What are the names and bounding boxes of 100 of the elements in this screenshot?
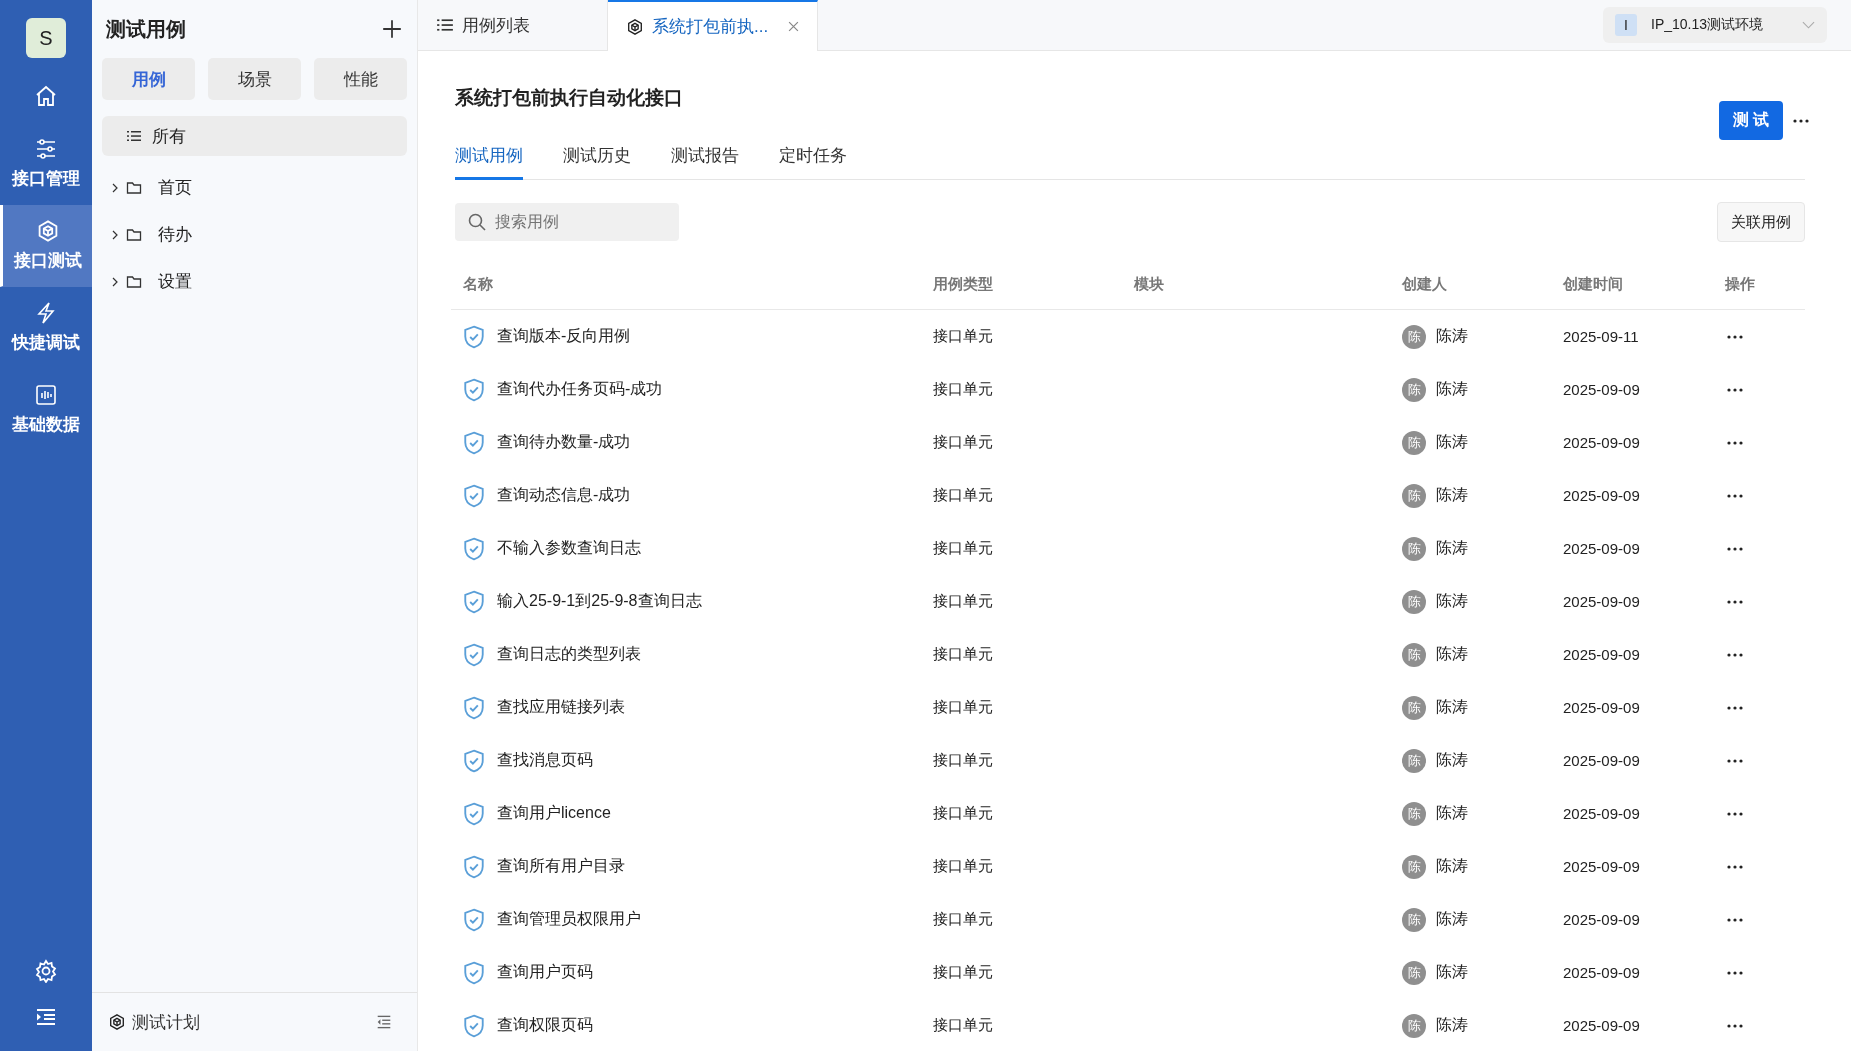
user-avatar: 陈 — [1402, 536, 1426, 561]
more-icon[interactable] — [1727, 970, 1743, 975]
test-button[interactable]: 测 试 — [1719, 101, 1783, 140]
case-name[interactable]: 查询日志的类型列表 — [497, 644, 641, 665]
folder-icon — [126, 273, 142, 290]
user-avatar[interactable]: S — [26, 18, 66, 58]
table-cell-text: 2025-09-09 — [1562, 964, 1641, 981]
shield-check-icon — [463, 483, 485, 508]
case-name[interactable]: 查询用户licence — [497, 803, 611, 824]
creator-name: 陈涛 — [1436, 962, 1468, 982]
table-cell-text: 接口单元 — [932, 698, 994, 717]
creator-name: 陈涛 — [1436, 379, 1468, 399]
table-cell-text: 2025-09-09 — [1562, 646, 1641, 663]
search-box[interactable]: 搜索用例 — [455, 203, 679, 241]
nav-item[interactable]: 接口管理 — [0, 123, 92, 205]
more-icon[interactable] — [1727, 546, 1743, 551]
case-name[interactable]: 查找消息页码 — [497, 750, 593, 771]
creator-name: 陈涛 — [1436, 326, 1468, 346]
creator-name: 陈涛 — [1436, 856, 1468, 876]
case-name[interactable]: 查找应用链接列表 — [497, 697, 625, 718]
tree-item[interactable]: 设置 — [102, 258, 407, 305]
tree-item[interactable]: 首页 — [102, 164, 407, 211]
case-name[interactable]: 输入25-9-1到25-9-8查询日志 — [497, 591, 702, 612]
table-cell-text: 2025-09-09 — [1562, 593, 1641, 610]
add-icon[interactable] — [381, 18, 403, 40]
case-name[interactable]: 查询代办任务页码-成功 — [497, 379, 663, 400]
table-cell-text: 接口单元 — [932, 327, 994, 346]
tree-item[interactable]: 待办 — [102, 211, 407, 258]
user-avatar: 陈 — [1402, 748, 1426, 773]
environment-select[interactable]: I IP_10.13测试环境 — [1603, 7, 1827, 43]
case-name[interactable]: 查询权限页码 — [497, 1015, 593, 1036]
section-tab[interactable]: 测试用例 — [455, 129, 523, 180]
case-name[interactable]: 查询所有用户目录 — [497, 856, 625, 877]
case-name[interactable]: 查询用户页码 — [497, 962, 593, 983]
table-cell-text: 2025-09-09 — [1562, 805, 1641, 822]
creator-name: 陈涛 — [1436, 909, 1468, 929]
user-avatar: 陈 — [1402, 854, 1426, 879]
shield-check-icon — [463, 854, 485, 879]
link-cases-button[interactable]: 关联用例 — [1717, 202, 1805, 242]
user-avatar: 陈 — [1402, 801, 1426, 826]
user-avatar: 陈 — [1402, 695, 1426, 720]
search-field[interactable]: 搜索用例 — [493, 206, 667, 238]
nav-item[interactable]: 快捷调试 — [0, 287, 92, 369]
user-avatar: 陈 — [1402, 907, 1426, 932]
table-cell-text: 2025-09-09 — [1562, 911, 1641, 928]
more-icon[interactable] — [1727, 705, 1743, 710]
tree-item[interactable]: 所有 — [102, 116, 407, 156]
table-cell-text: 接口单元 — [932, 751, 994, 770]
table-cell-text: 接口单元 — [932, 645, 994, 664]
segment-tab[interactable]: 用例 — [102, 58, 195, 100]
table-cell-text: 接口单元 — [932, 963, 994, 982]
section-tab[interactable]: 测试历史 — [563, 129, 631, 180]
creator-name: 陈涛 — [1436, 485, 1468, 505]
case-name[interactable]: 查询待办数量-成功 — [497, 432, 631, 453]
more-icon[interactable] — [1727, 334, 1743, 339]
more-icon[interactable] — [1727, 758, 1743, 763]
more-icon[interactable] — [1793, 118, 1809, 123]
section-tab[interactable]: 测试报告 — [671, 129, 739, 180]
table-cell-text: 2025-09-09 — [1562, 1017, 1641, 1034]
creator-name: 陈涛 — [1436, 750, 1468, 770]
close-icon[interactable] — [788, 21, 799, 32]
case-name[interactable]: 不输入参数查询日志 — [497, 538, 641, 559]
segment-tab[interactable]: 场景 — [208, 58, 301, 100]
nav-item[interactable]: 接口测试 — [0, 205, 92, 287]
column-header: 用例类型 — [932, 275, 994, 294]
case-name[interactable]: 查询版本-反向用例 — [497, 326, 631, 347]
more-icon[interactable] — [1727, 652, 1743, 657]
more-icon[interactable] — [1727, 493, 1743, 498]
creator-name: 陈涛 — [1436, 697, 1468, 717]
user-avatar: 陈 — [1402, 642, 1426, 667]
collapse-icon[interactable] — [375, 1013, 393, 1031]
section-tab[interactable]: 定时任务 — [779, 129, 847, 180]
case-name[interactable]: 查询管理员权限用户 — [497, 909, 641, 930]
table-cell-text: 接口单元 — [932, 910, 994, 929]
segment-tab[interactable]: 性能 — [314, 58, 407, 100]
more-icon[interactable] — [1727, 440, 1743, 445]
shield-check-icon — [463, 960, 485, 985]
user-avatar: 陈 — [1402, 483, 1426, 508]
more-icon[interactable] — [1727, 1023, 1743, 1028]
creator-name: 陈涛 — [1436, 538, 1468, 558]
more-icon[interactable] — [1727, 599, 1743, 604]
user-avatar: 陈 — [1402, 377, 1426, 402]
column-header: 模块 — [1132, 275, 1165, 294]
table-cell-text: 接口单元 — [932, 433, 994, 452]
table-cell-text: 接口单元 — [932, 592, 994, 611]
more-icon[interactable] — [1727, 811, 1743, 816]
cube-icon — [108, 1013, 126, 1031]
nav-item[interactable]: 基础数据 — [0, 369, 92, 451]
chart-icon — [34, 383, 58, 407]
folder-icon — [126, 226, 142, 243]
more-icon[interactable] — [1727, 387, 1743, 392]
more-icon[interactable] — [1727, 864, 1743, 869]
settings-icon[interactable] — [34, 959, 58, 983]
editor-tab[interactable]: 系统打包前执... — [608, 0, 818, 51]
column-header: 名称 — [462, 275, 494, 294]
creator-name: 陈涛 — [1436, 1015, 1468, 1035]
case-name[interactable]: 查询动态信息-成功 — [497, 485, 631, 506]
page-title: 系统打包前执行自动化接口 — [455, 86, 683, 110]
more-icon[interactable] — [1727, 917, 1743, 922]
plan-link[interactable]: 测试计划 — [132, 1010, 200, 1034]
